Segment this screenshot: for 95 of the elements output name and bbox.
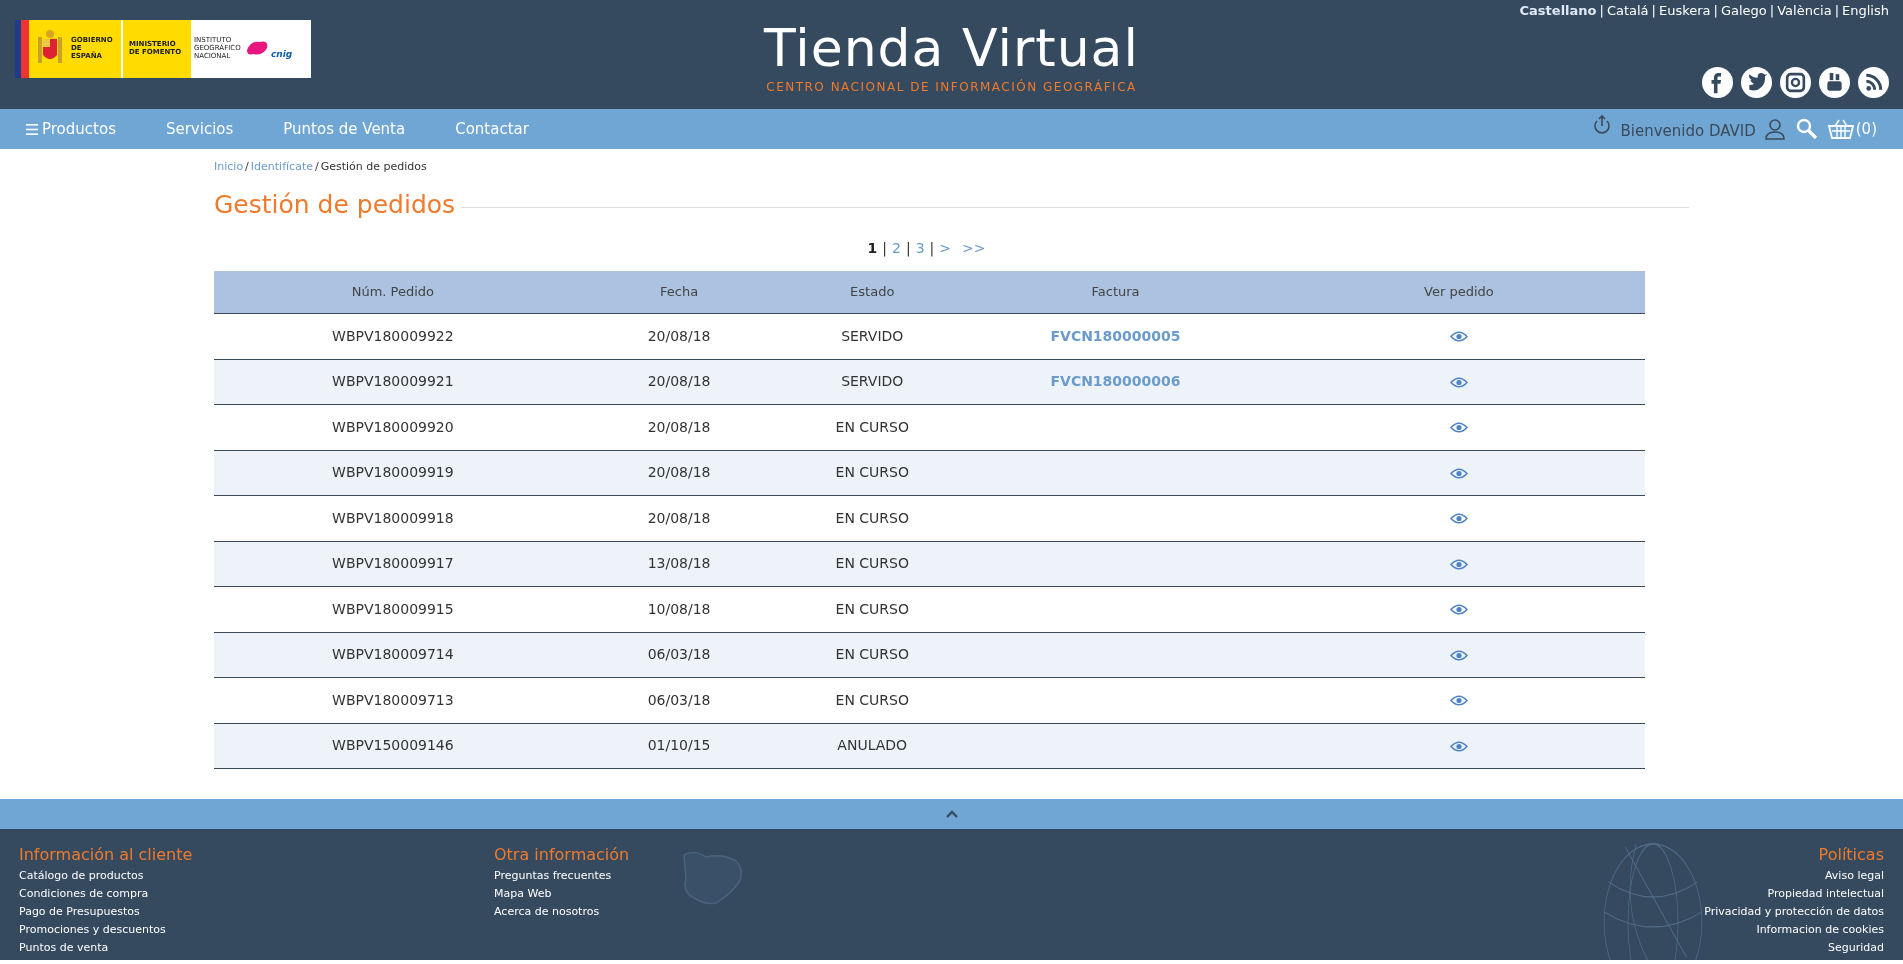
current-page: 1 <box>867 238 878 258</box>
logo-text: cnig <box>271 50 293 60</box>
table-cell: WBPV180009922 <box>332 327 454 344</box>
language-link[interactable]: Castellano <box>1519 3 1597 18</box>
camera-icon[interactable] <box>1780 67 1811 98</box>
eye-icon[interactable] <box>1449 740 1468 752</box>
separator-text: | <box>1769 3 1775 18</box>
rss-icon[interactable] <box>1858 67 1889 98</box>
footer-link[interactable]: Aviso legal <box>1825 867 1884 885</box>
footer-heading: Información al cliente <box>19 845 193 865</box>
menu-icon <box>26 123 38 135</box>
bird-icon[interactable] <box>1741 67 1772 98</box>
separator-text: | <box>905 238 911 259</box>
basket-icon[interactable] <box>1827 118 1854 140</box>
facebook-icon[interactable] <box>1702 67 1733 98</box>
eye-icon[interactable] <box>1449 558 1468 570</box>
footer-link[interactable]: Pago de Presupuestos <box>19 903 140 921</box>
footer-heading: Otra información <box>494 845 630 865</box>
eye-icon[interactable] <box>1449 467 1468 479</box>
footer-link[interactable]: Catálogo de productos <box>19 867 144 885</box>
table-cell: 01/10/15 <box>647 737 711 754</box>
eye-icon[interactable] <box>1449 331 1468 343</box>
power-icon[interactable] <box>1592 114 1613 136</box>
table-cell: 20/08/18 <box>647 327 711 344</box>
table-cell: WBPV180009713 <box>332 691 454 708</box>
separator-text: | <box>1599 3 1604 18</box>
table-cell: EN CURSO <box>835 600 909 617</box>
eye-icon[interactable] <box>1449 376 1468 388</box>
table-cell: EN CURSO <box>835 418 909 435</box>
column-header: Factura <box>1091 284 1140 299</box>
eye-icon[interactable] <box>1449 695 1468 707</box>
footer-link[interactable]: Seguridad <box>1828 939 1884 957</box>
breadcrumb-current: Gestión de pedidos <box>320 160 427 173</box>
language-link[interactable]: English <box>1842 3 1889 18</box>
footer-link[interactable]: Condiciones de compra <box>19 885 149 903</box>
search-icon[interactable] <box>1795 118 1818 140</box>
user-icon[interactable] <box>1763 118 1786 140</box>
eye-icon[interactable] <box>1449 604 1468 616</box>
column-header: Estado <box>850 284 895 299</box>
separator-text: | <box>1713 3 1718 18</box>
table-cell: ANULADO <box>837 737 908 754</box>
language-link[interactable]: València <box>1777 3 1832 18</box>
language-link[interactable]: Euskera <box>1658 3 1711 18</box>
table-cell: 13/08/18 <box>647 555 711 572</box>
table-cell: SERVIDO <box>841 327 904 344</box>
page-title: Gestión de pedidos <box>214 189 456 220</box>
footer-link[interactable]: Acerca de nosotros <box>494 903 600 921</box>
footer-link[interactable]: Puntos de venta <box>19 939 109 957</box>
footer-heading: Políticas <box>1818 845 1884 865</box>
column-header: Fecha <box>660 284 699 299</box>
language-link[interactable]: Galego <box>1720 3 1767 18</box>
footer-link[interactable]: Informacion de cookies <box>1756 921 1884 939</box>
table-cell: EN CURSO <box>835 509 909 526</box>
site-title: Tienda Virtual <box>764 22 1139 74</box>
table-cell: EN CURSO <box>835 464 909 481</box>
table-cell: WBPV180009915 <box>332 600 454 617</box>
table-cell: EN CURSO <box>835 555 909 572</box>
table-cell: 10/08/18 <box>647 600 711 617</box>
eye-icon[interactable] <box>1449 649 1468 661</box>
separator-text: | <box>882 238 887 259</box>
table-cell: WBPV180009714 <box>332 646 454 663</box>
footer-link[interactable]: Preguntas frecuentes <box>494 867 612 885</box>
table-cell: SERVIDO <box>841 373 904 390</box>
table-cell: 20/08/18 <box>647 509 711 526</box>
table-cell: WBPV180009917 <box>332 555 454 572</box>
chevron-up-icon[interactable] <box>944 809 959 819</box>
column-header: Ver pedido <box>1424 284 1494 299</box>
table-cell: 20/08/18 <box>647 464 711 481</box>
site-subtitle: CENTRO NACIONAL DE INFORMACIÓN GEOGRÁFICA <box>766 78 1137 96</box>
table-cell: EN CURSO <box>835 691 909 708</box>
separator-text: | <box>1651 3 1656 18</box>
welcome-text: Bienvenido DAVID <box>1620 120 1756 142</box>
table-cell: WBPV180009920 <box>332 418 454 435</box>
footer-link[interactable]: Mapa Web <box>494 885 552 903</box>
separator-text: | <box>1834 3 1840 18</box>
table-cell: 20/08/18 <box>647 373 711 390</box>
table-cell: 20/08/18 <box>647 418 711 435</box>
eye-icon[interactable] <box>1449 422 1468 434</box>
separator-text: / <box>314 160 319 173</box>
table-cell: 06/03/18 <box>647 646 711 663</box>
table-cell: WBPV180009921 <box>332 373 454 390</box>
table-cell: WBPV150009146 <box>332 737 454 754</box>
table-cell: WBPV180009918 <box>332 509 454 526</box>
table-cell: WBPV180009919 <box>332 464 454 481</box>
table-cell: EN CURSO <box>835 646 909 663</box>
flag-stripe <box>15 20 29 78</box>
eye-icon[interactable] <box>1449 513 1468 525</box>
footer-link[interactable]: Propiedad intelectual <box>1767 885 1884 903</box>
separator-text: | <box>929 238 935 259</box>
footer-link[interactable]: Promociones y descuentos <box>19 921 166 939</box>
separator-text: / <box>245 160 249 173</box>
footer-link[interactable]: Privacidad y protección de datos <box>1704 903 1884 921</box>
table-cell: 06/03/18 <box>647 691 711 708</box>
column-header: Núm. Pedido <box>351 284 435 299</box>
language-link[interactable]: Catalá <box>1606 3 1649 18</box>
